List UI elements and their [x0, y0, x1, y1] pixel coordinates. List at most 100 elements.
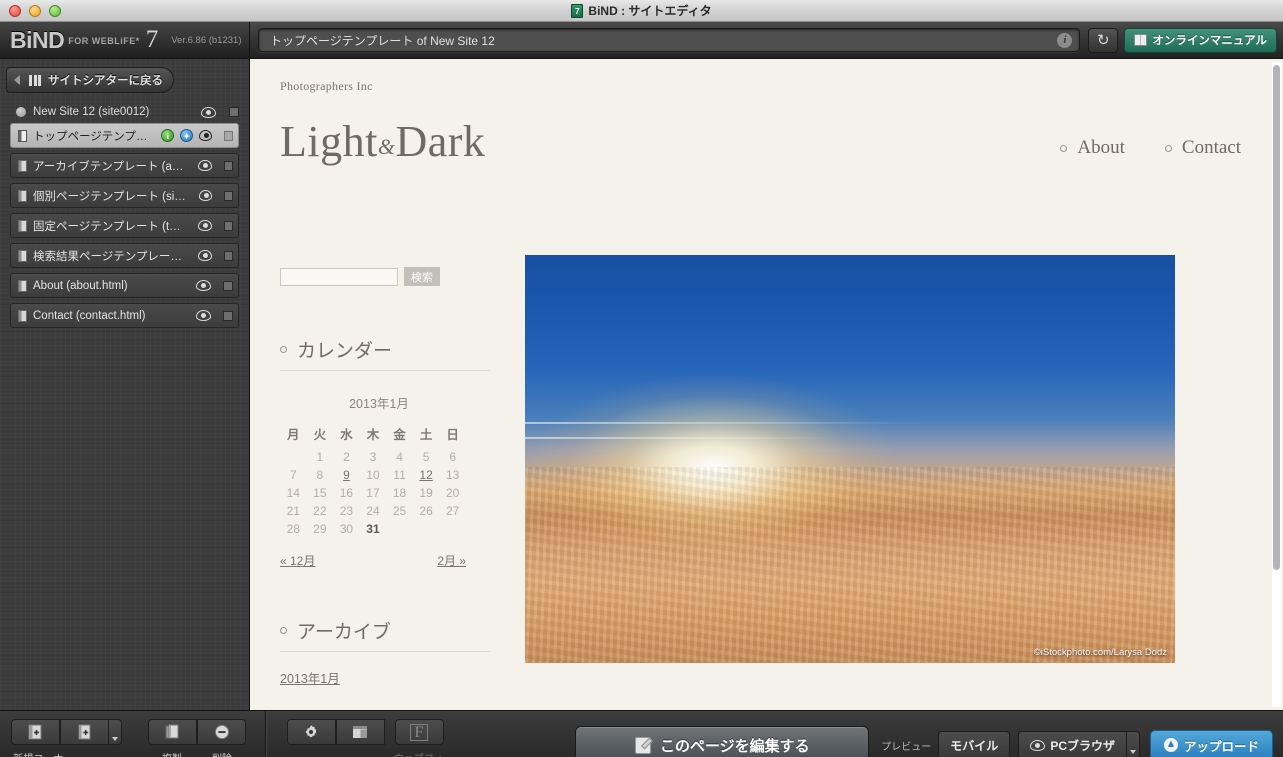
page-create-group: 新規コーナー 追加ページ: [10, 719, 123, 757]
checkbox[interactable]: [223, 160, 233, 171]
search-input[interactable]: [280, 267, 398, 286]
new-corner-group: 新規コーナー 追加ページ: [10, 719, 123, 757]
calendar-week-row: 14 15 16 17 18 19 20: [280, 484, 466, 502]
nav-link-contact[interactable]: Contact: [1165, 137, 1241, 159]
page-icon: [18, 189, 27, 202]
upload-label: アップロード: [1183, 739, 1259, 754]
calendar-day-cell: 21: [286, 504, 300, 518]
add-page-dropdown-caret[interactable]: [109, 719, 122, 745]
eye-icon[interactable]: [196, 280, 211, 291]
checkbox[interactable]: [223, 250, 234, 261]
pc-browser-preview-button[interactable]: PCブラウザ: [1018, 731, 1127, 757]
eye-icon[interactable]: [198, 190, 213, 201]
page-tree-item[interactable]: Contact (contact.html): [10, 303, 239, 328]
site-root-row[interactable]: New Site 12 (site0012): [10, 101, 239, 123]
preview-label: プレビュー: [881, 741, 932, 753]
preview-scrollbar-thumb[interactable]: [1273, 65, 1280, 570]
calendar-prev-link[interactable]: « 12月: [280, 552, 315, 569]
edit-page-button[interactable]: このページを編集する: [575, 726, 870, 757]
calendar-day-cell[interactable]: 9: [333, 466, 360, 484]
checkbox[interactable]: [223, 310, 233, 321]
layout-button[interactable]: [335, 719, 385, 745]
checkbox[interactable]: [223, 280, 233, 291]
page-tree-item[interactable]: アーカイブテンプレート (archiv...: [10, 153, 239, 178]
pc-browser-label: PCブラウザ: [1050, 738, 1115, 753]
page-path-input[interactable]: [259, 33, 1058, 47]
page-tree-item[interactable]: 検索結果ページテンプレート (s...: [10, 243, 239, 268]
calendar-week-row: 1 2 3 4 5 6: [280, 448, 466, 466]
webfont-button[interactable]: F: [394, 719, 444, 745]
delete-button[interactable]: [197, 719, 246, 745]
settings-button[interactable]: [286, 719, 336, 745]
preview-scrollbar[interactable]: [1272, 62, 1281, 707]
page-tree-item[interactable]: 固定ページテンプレート (templ...: [10, 213, 239, 238]
calendar-day-cell: 11: [393, 468, 406, 482]
brand-logo: BiND: [10, 26, 65, 53]
page-path-field[interactable]: i: [258, 28, 1081, 52]
brand-area: BiND FOR WEBLiFE* 7 Ver.6.86 (b1231): [0, 22, 250, 58]
calendar-day-cell: 22: [313, 504, 327, 518]
duplicate-button[interactable]: [148, 719, 197, 745]
edit-icon: [634, 736, 651, 754]
gear-badge-icon[interactable]: ✦: [180, 129, 194, 142]
pc-browser-dropdown-caret[interactable]: [1126, 731, 1140, 757]
calendar-day-cell: 13: [446, 468, 460, 482]
calendar-weekday: 月: [287, 428, 300, 442]
page-tools-group: F 設定 レイアウト ウェブフォント: [284, 719, 446, 757]
layout-icon: [353, 726, 367, 738]
upload-button[interactable]: ▲ アップロード: [1149, 730, 1273, 757]
calendar-weekday: 水: [340, 428, 353, 442]
mobile-preview-button[interactable]: モバイル: [938, 731, 1011, 757]
bind-app-icon: 7: [571, 3, 584, 18]
calendar-day-link[interactable]: 9: [343, 468, 350, 482]
calendar-day-cell: 16: [339, 486, 354, 500]
calendar-day-cell: 23: [339, 504, 354, 518]
page-tree-item[interactable]: トップページテンプレー... i ✦: [10, 123, 239, 148]
add-page-button[interactable]: [60, 719, 109, 745]
calendar-weekday: 日: [446, 428, 459, 442]
site-heading-right: Dark: [395, 117, 486, 166]
duplicate-label: 複製: [147, 750, 197, 757]
info-icon[interactable]: i: [1057, 32, 1073, 48]
site-dot-icon: [16, 107, 26, 117]
new-corner-button[interactable]: [11, 719, 60, 745]
archive-link[interactable]: 2013年1月: [280, 668, 490, 687]
eye-icon[interactable]: [196, 310, 211, 321]
calendar-weekday: 土: [419, 428, 433, 442]
toolbar-separator: [265, 710, 266, 757]
page-tree-item[interactable]: 個別ページテンプレート (single...: [10, 183, 239, 208]
checkbox[interactable]: [224, 130, 233, 141]
page-sidebar-column: 検索 カレンダー 2013年1月 月火水木金土日 1 2 3 4 5 6 7 8 9 10 11 12…: [280, 267, 490, 687]
site-heading-left: Light: [280, 117, 378, 166]
page-tree-item[interactable]: About (about.html): [10, 273, 239, 298]
online-manual-button[interactable]: オンラインマニュアル: [1124, 27, 1277, 53]
refresh-icon[interactable]: ↻: [1088, 27, 1119, 53]
calendar-widget: カレンダー 2013年1月 月火水木金土日 1 2 3 4 5 6 7 8 9 10 11 12 13 1…: [280, 336, 490, 569]
calendar-day-cell: 8: [316, 468, 324, 482]
nav-link-about[interactable]: About: [1060, 137, 1125, 159]
checkbox[interactable]: [223, 190, 233, 201]
book-icon: [1134, 34, 1148, 46]
webfont-label: ウェブフォント: [392, 750, 446, 757]
eye-icon[interactable]: [198, 160, 213, 171]
eye-icon[interactable]: [199, 130, 213, 141]
checkbox[interactable]: [229, 107, 239, 117]
calendar-day-cell[interactable]: 12: [413, 466, 440, 484]
calendar-day-cell: 4: [396, 450, 403, 464]
calendar-week-row: 21 22 23 24 25 26 27: [280, 502, 466, 520]
calendar-table: 月火水木金土日 1 2 3 4 5 6 7 8 9 10 11 12 13 14 15 16 17 18 19 20 2…: [280, 422, 466, 538]
back-to-site-theater-button[interactable]: サイトシアターに戻る: [6, 67, 174, 93]
eye-icon[interactable]: [198, 250, 213, 261]
eye-icon[interactable]: [201, 106, 216, 118]
checkbox[interactable]: [223, 220, 233, 231]
search-button[interactable]: 検索: [404, 267, 440, 286]
new-corner-buttons: [11, 719, 122, 745]
calendar-day-link[interactable]: 12: [419, 468, 432, 482]
info-badge-icon[interactable]: i: [161, 129, 175, 142]
eye-icon[interactable]: [198, 220, 213, 231]
page-icon: [18, 219, 27, 232]
page-icon: [18, 279, 27, 292]
calendar-day-cell: 31: [366, 522, 380, 536]
calendar-next-link[interactable]: 2月 »: [437, 552, 466, 569]
page-tree: New Site 12 (site0012) トップページテンプレー... i ✦ ア…: [0, 101, 249, 328]
